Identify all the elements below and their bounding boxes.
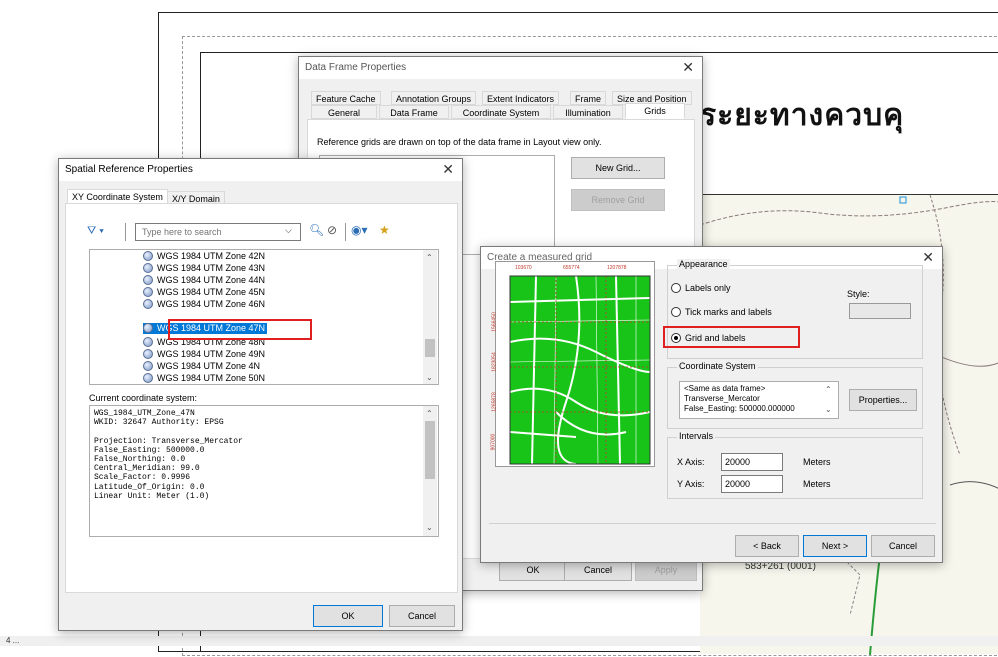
scroll-up-icon[interactable]: ⌃: [426, 409, 433, 418]
preview-tick-label: 655774: [563, 265, 580, 271]
appearance-title: Appearance: [677, 259, 730, 269]
preview-tick-label: 103670: [515, 265, 532, 271]
filter-icon[interactable]: ⛛ ▾: [87, 225, 119, 241]
labels-only-label: Labels only: [685, 283, 731, 293]
tick-marks-label: Tick marks and labels: [685, 307, 772, 317]
dialog-title: Spatial Reference Properties: [65, 164, 193, 175]
preview-tick-label: 1566450: [491, 312, 498, 332]
scroll-down-icon[interactable]: ⌄: [825, 405, 832, 414]
spatial-reference-dialog: Spatial Reference Properties ✕ XY Coordi…: [58, 158, 463, 631]
intervals-title: Intervals: [677, 431, 716, 441]
highlight-box: [168, 319, 312, 340]
globe-add-icon[interactable]: ◉▾: [351, 223, 368, 237]
list-item[interactable]: WGS 1984 UTM Zone 43N: [143, 263, 265, 274]
tick-marks-radio[interactable]: [671, 307, 681, 317]
search-icon[interactable]: 🔍︎: [309, 223, 324, 237]
search-box[interactable]: [135, 223, 301, 241]
labels-only-radio[interactable]: [671, 283, 681, 293]
tab-general[interactable]: General: [311, 105, 377, 119]
status-strip: [0, 636, 998, 646]
x-axis-unit: Meters: [803, 457, 831, 467]
close-icon[interactable]: ✕: [442, 161, 454, 178]
scroll-down-icon[interactable]: ⌄: [426, 373, 433, 382]
grid-preview: [495, 261, 655, 467]
preview-map: [509, 275, 651, 465]
search-input[interactable]: [136, 224, 300, 240]
y-axis-label: Y Axis:: [677, 479, 705, 489]
remove-grid-button[interactable]: Remove Grid: [571, 189, 665, 211]
globe-icon: [143, 349, 153, 359]
preview-tick-label: 1265878: [491, 392, 498, 412]
ok-button[interactable]: OK: [313, 605, 383, 627]
globe-icon: [143, 361, 153, 371]
list-item[interactable]: WGS 1984 UTM Zone 45N: [143, 287, 265, 298]
new-grid-button[interactable]: New Grid...: [571, 157, 665, 179]
list-item[interactable]: WGS 1984 UTM Zone 50N: [143, 373, 265, 383]
grids-description: Reference grids are drawn on top of the …: [317, 137, 602, 147]
tab-extent-indicators[interactable]: Extent Indicators: [482, 91, 560, 105]
globe-icon: [143, 299, 153, 309]
y-axis-unit: Meters: [803, 479, 831, 489]
current-coordinate-system-details: WGS_1984_UTM_Zone_47N WKID: 32647 Author…: [89, 405, 439, 537]
list-item[interactable]: WGS 1984 UTM Zone 46N: [143, 299, 265, 310]
preview-tick-label: 1823054: [491, 352, 498, 372]
globe-icon: [143, 373, 153, 383]
style-label: Style:: [847, 289, 870, 299]
next-button[interactable]: Next >: [803, 535, 867, 557]
globe-icon: [143, 287, 153, 297]
highlight-box: [663, 326, 800, 348]
cancel-button[interactable]: Cancel: [871, 535, 935, 557]
globe-icon: [143, 337, 153, 347]
style-swatch[interactable]: [849, 303, 911, 319]
scroll-up-icon[interactable]: ⌃: [825, 385, 832, 394]
tab-annotation-groups[interactable]: Annotation Groups: [391, 91, 477, 105]
tab-grids[interactable]: Grids: [625, 103, 685, 119]
current-coordinate-system-label: Current coordinate system:: [89, 393, 198, 403]
clear-search-icon[interactable]: ⊘: [327, 223, 337, 237]
tab-coordinate-system[interactable]: Coordinate System: [451, 105, 551, 119]
globe-icon: [143, 323, 153, 333]
globe-icon: [143, 275, 153, 285]
status-strip-label: 4 ...: [6, 636, 20, 645]
list-item[interactable]: WGS 1984 UTM Zone 42N: [143, 251, 265, 262]
tab-feature-cache[interactable]: Feature Cache: [311, 91, 381, 105]
globe-icon: [143, 263, 153, 273]
close-icon[interactable]: ✕: [922, 249, 934, 266]
titlebar[interactable]: Spatial Reference Properties ✕: [59, 159, 462, 181]
details-scrollbar-thumb[interactable]: [425, 421, 435, 479]
scroll-up-icon[interactable]: ⌃: [426, 253, 433, 262]
x-axis-label: X Axis:: [677, 457, 705, 467]
list-item[interactable]: WGS 1984 UTM Zone 4N: [143, 361, 260, 372]
divider: [345, 223, 346, 241]
tab-frame[interactable]: Frame: [570, 91, 607, 105]
coordinate-system-title: Coordinate System: [677, 361, 758, 371]
list-scrollbar[interactable]: [423, 250, 437, 384]
list-scrollbar-thumb[interactable]: [425, 339, 435, 357]
dialog-title: Data Frame Properties: [305, 62, 407, 73]
titlebar[interactable]: Data Frame Properties ✕: [299, 57, 702, 79]
chevron-down-icon[interactable]: ⌵: [285, 225, 292, 236]
x-axis-input[interactable]: [721, 453, 783, 471]
tab-illumination[interactable]: Illumination: [553, 105, 623, 119]
scroll-down-icon[interactable]: ⌄: [426, 523, 433, 532]
preview-tick-label: 907000: [490, 433, 497, 451]
intervals-group: [667, 437, 923, 499]
list-item[interactable]: WGS 1984 UTM Zone 49N: [143, 349, 265, 360]
close-icon[interactable]: ✕: [682, 59, 694, 76]
coordinate-system-text: <Same as data frame> Transverse_Mercator…: [679, 381, 839, 419]
back-button[interactable]: < Back: [735, 535, 799, 557]
properties-button[interactable]: Properties...: [849, 389, 917, 411]
list-item[interactable]: WGS 1984 UTM Zone 44N: [143, 275, 265, 286]
separator: [489, 523, 936, 524]
preview-tick-label: 1207878: [607, 265, 627, 271]
cancel-button[interactable]: Cancel: [389, 605, 455, 627]
create-measured-grid-dialog: Create a measured grid ✕ 103670 655774 1…: [480, 246, 943, 563]
map-title: ระยะทางควบคุ: [700, 98, 905, 133]
tab-data-frame[interactable]: Data Frame: [379, 105, 449, 119]
globe-icon: [143, 251, 153, 261]
divider: [125, 223, 126, 241]
favorite-star-icon[interactable]: ★: [379, 223, 390, 237]
y-axis-input[interactable]: [721, 475, 783, 493]
